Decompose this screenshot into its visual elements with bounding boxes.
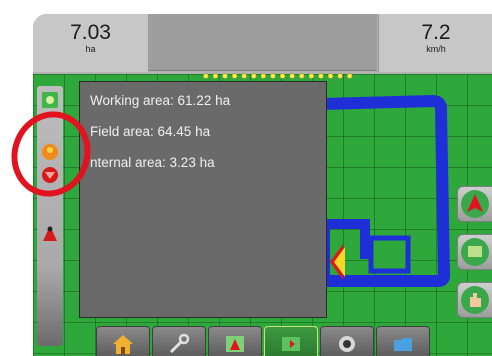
tab-camera[interactable] — [320, 326, 374, 356]
boom-sections — [201, 73, 355, 79]
speed-gauge[interactable]: 7.2 km/h — [378, 14, 492, 72]
map-view-icon — [461, 238, 489, 266]
status-bar: 7.03 ha 7.2 km/h — [33, 14, 492, 74]
internal-area-text: nternal area: 3.23 ha — [90, 155, 215, 170]
pan-button[interactable] — [457, 282, 492, 318]
area-value: 7.03 — [70, 21, 111, 44]
area-gauge[interactable]: 7.03 ha — [33, 14, 149, 72]
display-console: 7.03 ha 7.2 km/h Working area: 61.22 ha … — [33, 14, 492, 356]
bottom-tab-bar — [96, 326, 430, 356]
vehicle-view-button[interactable] — [457, 186, 492, 222]
lightbar-panel — [149, 14, 377, 71]
home-icon — [113, 335, 133, 354]
internal-area — [368, 235, 411, 274]
tab-map[interactable] — [264, 326, 318, 356]
working-area-text: Working area: 61.22 ha — [90, 93, 231, 108]
tab-tools[interactable] — [152, 326, 206, 356]
speed-unit: km/h — [426, 44, 446, 54]
vehicle-view-icon — [461, 190, 489, 218]
tools-icon — [169, 333, 190, 354]
speed-value: 7.2 — [421, 21, 451, 44]
area-info-panel: Working area: 61.22 ha Field area: 64.45… — [79, 81, 327, 318]
map-icon — [282, 337, 300, 351]
tab-guidance[interactable] — [208, 326, 262, 356]
camera-icon — [339, 336, 355, 352]
guidance-icon — [226, 336, 244, 352]
highlight-ring — [11, 111, 91, 197]
tab-data[interactable] — [376, 326, 430, 356]
field-area-text: Field area: 64.45 ha — [90, 124, 211, 139]
data-icon — [394, 338, 412, 351]
area-unit: ha — [85, 44, 96, 54]
map-view-button[interactable] — [457, 234, 492, 270]
hand-pan-icon — [461, 286, 489, 314]
vehicle-icon[interactable] — [40, 224, 60, 244]
tab-home[interactable] — [96, 326, 150, 356]
